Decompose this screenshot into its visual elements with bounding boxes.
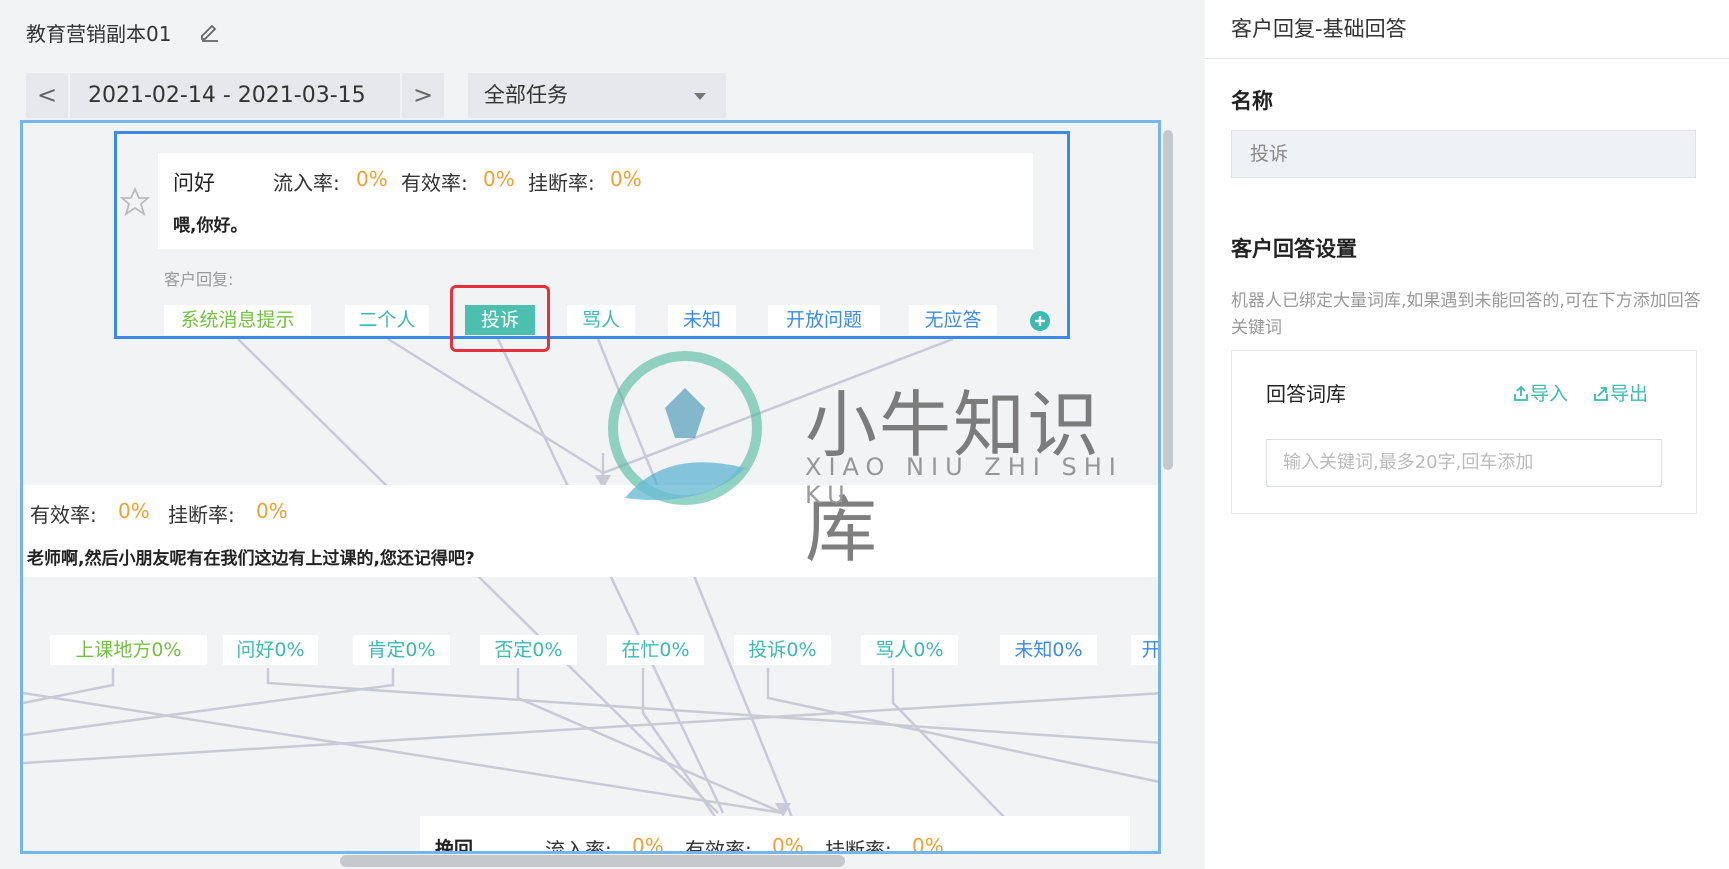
valid-label: 有效率: [685,838,752,854]
hangup-label: 挂断率: [528,171,595,195]
reply-tag[interactable]: 在忙0% [607,635,704,665]
valid-value: 0% [772,834,804,854]
divider [1205,58,1729,59]
reply-label: 客户回复: [164,270,234,289]
node-speech: 喂,你好。 [173,216,248,236]
hangup-value: 0% [256,499,288,523]
valid-value: 0% [483,167,515,191]
add-icon[interactable] [1029,310,1051,332]
export-label: 导出 [1610,383,1649,405]
settings-description: 机器人已绑定大量词库,如果遇到未能回答的,可在下方添加回答关键词 [1231,291,1701,338]
import-icon [1514,385,1528,401]
reply-tag[interactable]: 未知0% [1000,635,1097,665]
reply-tag[interactable]: 无应答 [909,305,997,335]
node-retain[interactable]: 挽回 流入率: 0% 有效率: 0% 挂断率: 0% [420,816,1130,854]
valid-label: 有效率: [401,171,468,195]
vertical-scrollbar[interactable] [1163,130,1173,470]
reply-tag[interactable]: 否定0% [480,635,577,665]
node-greeting[interactable]: 问好 流入率: 0% 有效率: 0% 挂断率: 0% 喂,你好。 [158,153,1033,249]
edit-icon[interactable] [198,20,220,42]
node-speech: 老师啊,然后小朋友呢有在我们这边有上过课的,您还记得吧? [27,549,475,569]
reply-tag[interactable]: 肯定0% [353,635,450,665]
watermark-subtext: XIAO NIU ZHI SHI KU [805,453,1123,509]
node-title: 挽回 [435,838,474,854]
prev-period-button[interactable]: < [26,73,68,118]
settings-label: 客户回答设置 [1231,237,1357,261]
task-filter-value: 全部任务 [484,83,568,107]
star-icon[interactable] [120,187,150,217]
export-button[interactable]: 导出 [1592,379,1648,406]
reply-tag[interactable]: 骂人0% [861,635,958,665]
watermark-logo-icon [608,351,762,505]
hangup-label: 挂断率: [168,503,235,527]
caret-down-icon [694,93,706,100]
inflow-label: 流入率: [545,838,612,854]
reply-tag[interactable]: 骂人 [567,305,635,335]
reply-tag[interactable]: 未知 [668,305,736,335]
horizontal-scrollbar[interactable] [340,855,845,867]
reply-tag[interactable]: 上课地方0% [50,635,207,665]
reply-tag[interactable]: 投诉0% [734,635,831,665]
reply-tag[interactable]: 开放问题 [768,305,880,335]
keyword-input[interactable]: 输入关键词,最多20字,回车添加 [1266,439,1662,487]
date-range-picker[interactable]: 2021-02-14 - 2021-03-15 [70,73,400,118]
name-label: 名称 [1231,89,1273,113]
valid-value: 0% [118,499,150,523]
next-period-button[interactable]: > [402,73,444,118]
reply-tag[interactable]: 系统消息提示 [164,305,311,335]
answer-library: 回答词库 导入 导出 输入关键词,最多20字,回车添加 [1231,350,1697,514]
inflow-value: 0% [632,834,664,854]
property-panel: 客户回复-基础回答 名称 投诉 客户回答设置 机器人已绑定大量词库,如果遇到未能… [1205,0,1729,869]
import-button[interactable]: 导入 [1512,379,1568,406]
hangup-value: 0% [610,167,642,191]
page-title: 教育营销副本01 [26,22,172,46]
task-filter-select[interactable]: 全部任务 [468,73,726,118]
watermark: 小牛知识库 XIAO NIU ZHI SHI KU [595,338,1155,572]
hangup-value: 0% [912,834,944,854]
library-title: 回答词库 [1266,382,1346,406]
reply-tag[interactable]: 开 [1131,635,1158,665]
panel-header: 客户回复-基础回答 [1231,17,1407,41]
flow-editor: 教育营销副本01 < 2021-02-14 - 2021-03-15 > 全部任… [0,0,1205,869]
reply-tag[interactable]: 二个人 [345,305,429,335]
hangup-label: 挂断率: [825,838,892,854]
highlight-box [450,285,550,352]
inflow-label: 流入率: [273,171,340,195]
node-title: 问好 [173,171,215,195]
inflow-value: 0% [356,167,388,191]
export-icon [1594,387,1608,401]
reply-tag[interactable]: 问好0% [223,635,318,665]
name-field[interactable]: 投诉 [1231,130,1696,178]
valid-label: 有效率: [30,503,97,527]
import-label: 导入 [1530,383,1569,405]
